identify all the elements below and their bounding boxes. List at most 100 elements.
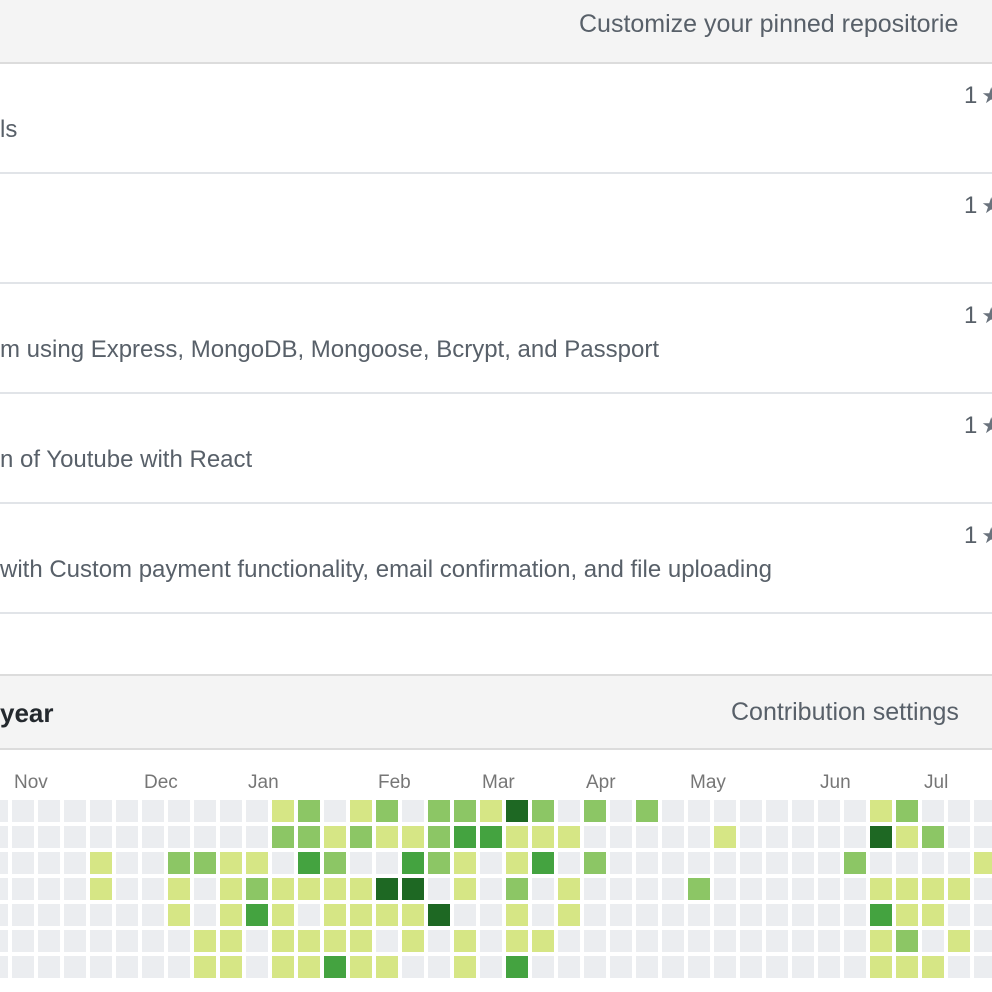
contribution-day-cell[interactable] [636, 826, 658, 848]
contribution-day-cell[interactable] [636, 930, 658, 952]
contribution-day-cell[interactable] [480, 904, 502, 926]
contribution-day-cell[interactable] [506, 930, 528, 952]
contribution-day-cell[interactable] [948, 956, 970, 978]
contribution-day-cell[interactable] [168, 852, 190, 874]
contribution-day-cell[interactable] [116, 826, 138, 848]
contribution-day-cell[interactable] [558, 878, 580, 900]
contribution-day-cell[interactable] [558, 956, 580, 978]
contribution-day-cell[interactable] [870, 904, 892, 926]
contribution-day-cell[interactable] [636, 800, 658, 822]
contribution-day-cell[interactable] [168, 930, 190, 952]
contribution-day-cell[interactable] [948, 826, 970, 848]
contribution-day-cell[interactable] [454, 800, 476, 822]
contribution-day-cell[interactable] [64, 852, 86, 874]
contribution-day-cell[interactable] [142, 852, 164, 874]
contribution-day-cell[interactable] [90, 826, 112, 848]
contribution-day-cell[interactable] [272, 930, 294, 952]
contribution-day-cell[interactable] [272, 852, 294, 874]
contribution-day-cell[interactable] [844, 904, 866, 926]
contribution-day-cell[interactable] [844, 956, 866, 978]
contribution-day-cell[interactable] [350, 930, 372, 952]
contribution-day-cell[interactable] [610, 852, 632, 874]
contribution-day-cell[interactable] [584, 800, 606, 822]
contribution-day-cell[interactable] [12, 930, 34, 952]
contribution-day-cell[interactable] [766, 930, 788, 952]
contribution-day-cell[interactable] [64, 956, 86, 978]
contribution-day-cell[interactable] [844, 878, 866, 900]
contribution-day-cell[interactable] [90, 878, 112, 900]
contribution-day-cell[interactable] [818, 904, 840, 926]
contribution-day-cell[interactable] [636, 852, 658, 874]
contribution-day-cell[interactable] [116, 904, 138, 926]
contribution-day-cell[interactable] [38, 956, 60, 978]
contribution-day-cell[interactable] [220, 826, 242, 848]
contribution-day-cell[interactable] [766, 800, 788, 822]
contribution-day-cell[interactable] [0, 904, 8, 926]
contribution-day-cell[interactable] [0, 826, 8, 848]
contribution-day-cell[interactable] [532, 930, 554, 952]
contribution-day-cell[interactable] [740, 878, 762, 900]
contribution-day-cell[interactable] [870, 800, 892, 822]
contribution-day-cell[interactable] [766, 852, 788, 874]
contribution-settings-button[interactable]: Contribution settings [731, 698, 959, 727]
contribution-day-cell[interactable] [428, 878, 450, 900]
contribution-day-cell[interactable] [870, 878, 892, 900]
pinned-repo-item[interactable]: m using Express, MongoDB, Mongoose, Bcry… [0, 284, 992, 394]
repo-stars[interactable]: 1 ★ [964, 82, 992, 110]
pinned-repo-item[interactable]: n of Youtube with React 1 ★ [0, 394, 992, 504]
contribution-day-cell[interactable] [532, 852, 554, 874]
contribution-day-cell[interactable] [350, 878, 372, 900]
contribution-day-cell[interactable] [0, 852, 8, 874]
contribution-day-cell[interactable] [922, 800, 944, 822]
contribution-day-cell[interactable] [402, 956, 424, 978]
contribution-day-cell[interactable] [610, 956, 632, 978]
contribution-day-cell[interactable] [896, 904, 918, 926]
contribution-day-cell[interactable] [428, 956, 450, 978]
contribution-day-cell[interactable] [298, 800, 320, 822]
contribution-day-cell[interactable] [376, 826, 398, 848]
contribution-day-cell[interactable] [584, 904, 606, 926]
contribution-day-cell[interactable] [818, 878, 840, 900]
contribution-day-cell[interactable] [584, 852, 606, 874]
contribution-day-cell[interactable] [116, 878, 138, 900]
contribution-day-cell[interactable] [376, 956, 398, 978]
contribution-day-cell[interactable] [272, 956, 294, 978]
contribution-day-cell[interactable] [766, 826, 788, 848]
contribution-day-cell[interactable] [662, 904, 684, 926]
contribution-day-cell[interactable] [558, 826, 580, 848]
contribution-day-cell[interactable] [506, 852, 528, 874]
contribution-day-cell[interactable] [38, 800, 60, 822]
contribution-day-cell[interactable] [402, 930, 424, 952]
contribution-day-cell[interactable] [116, 800, 138, 822]
contribution-day-cell[interactable] [376, 878, 398, 900]
contribution-day-cell[interactable] [220, 930, 242, 952]
contribution-day-cell[interactable] [298, 878, 320, 900]
contribution-day-cell[interactable] [142, 956, 164, 978]
contribution-day-cell[interactable] [922, 878, 944, 900]
contribution-day-cell[interactable] [64, 904, 86, 926]
contribution-day-cell[interactable] [662, 800, 684, 822]
contribution-day-cell[interactable] [688, 930, 710, 952]
contribution-day-cell[interactable] [0, 930, 8, 952]
contribution-day-cell[interactable] [90, 904, 112, 926]
contribution-day-cell[interactable] [454, 930, 476, 952]
contribution-day-cell[interactable] [246, 800, 268, 822]
contribution-day-cell[interactable] [636, 904, 658, 926]
contribution-day-cell[interactable] [922, 852, 944, 874]
contribution-day-cell[interactable] [168, 800, 190, 822]
contribution-day-cell[interactable] [12, 956, 34, 978]
contribution-day-cell[interactable] [480, 800, 502, 822]
contribution-day-cell[interactable] [376, 904, 398, 926]
contribution-day-cell[interactable] [64, 930, 86, 952]
contribution-day-cell[interactable] [298, 826, 320, 848]
contribution-day-cell[interactable] [298, 956, 320, 978]
contribution-day-cell[interactable] [740, 956, 762, 978]
contribution-day-cell[interactable] [194, 800, 216, 822]
repo-stars[interactable]: 1 ★ [964, 192, 992, 220]
contribution-day-cell[interactable] [740, 826, 762, 848]
contribution-day-cell[interactable] [558, 800, 580, 822]
contribution-day-cell[interactable] [974, 904, 992, 926]
contribution-day-cell[interactable] [688, 852, 710, 874]
contribution-day-cell[interactable] [428, 904, 450, 926]
contribution-day-cell[interactable] [428, 826, 450, 848]
